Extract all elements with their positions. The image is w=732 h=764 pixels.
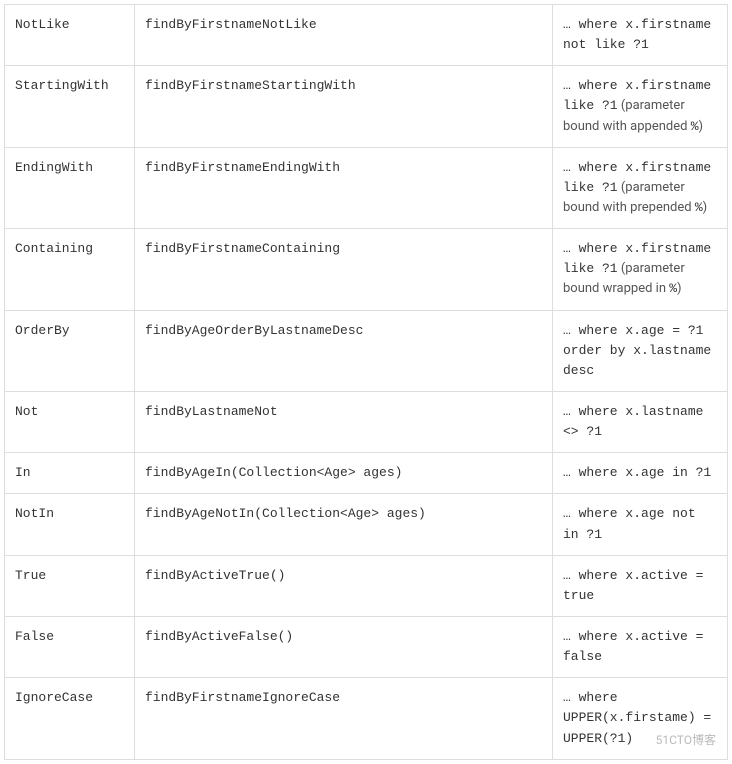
result-cell: … where x.firstname like ?1 (parameter b…: [553, 66, 728, 147]
sample-cell: findByFirstnameStartingWith: [135, 66, 553, 147]
result-cell: … where x.active = false: [553, 616, 728, 677]
keyword-cell: False: [5, 616, 135, 677]
sample-text: findByLastnameNot: [145, 404, 278, 419]
keyword-cell: In: [5, 453, 135, 494]
table-row: Not findByLastnameNot … where x.lastname <…: [5, 391, 728, 452]
result-cell: … where x.age in ?1: [553, 453, 728, 494]
table-row: NotLike findByFirstnameNotLike … where x.f…: [5, 5, 728, 66]
result-code-fragment: … where x.active = false: [563, 629, 703, 664]
result-plain-fragment: ): [699, 119, 704, 134]
keyword-text: Not: [15, 404, 38, 419]
result-plain-fragment: ): [703, 200, 708, 215]
keyword-cell: Containing: [5, 229, 135, 310]
result-plain-fragment: ): [677, 281, 682, 296]
result-cell: … where x.active = true: [553, 555, 728, 616]
result-cell: … where x.firstname like ?1 (parameter b…: [553, 229, 728, 310]
result-code-fragment: %: [691, 119, 699, 134]
result-cell: … where x.firstname not like ?1: [553, 5, 728, 66]
result-cell: … where x.age not in ?1: [553, 494, 728, 555]
keyword-text: Containing: [15, 241, 93, 256]
table-row: Containing findByFirstnameContaining … whe…: [5, 229, 728, 310]
keyword-text: IgnoreCase: [15, 690, 93, 705]
result-code-fragment: %: [669, 281, 677, 296]
result-code-fragment: … where x.age not in ?1: [563, 506, 696, 541]
keyword-text: NotIn: [15, 506, 54, 521]
result-code-fragment: … where UPPER(x.firstame) = UPPER(?1): [563, 690, 711, 745]
sample-text: findByFirstnameContaining: [145, 241, 340, 256]
result-code-fragment: … where x.lastname <> ?1: [563, 404, 703, 439]
keyword-text: True: [15, 568, 46, 583]
table-row: True findByActiveTrue() … where x.active =…: [5, 555, 728, 616]
sample-cell: findByAgeOrderByLastnameDesc: [135, 310, 553, 391]
sample-text: findByAgeNotIn(Collection<Age> ages): [145, 506, 426, 521]
keyword-cell: Not: [5, 391, 135, 452]
keyword-cell: NotLike: [5, 5, 135, 66]
result-code-fragment: %: [695, 200, 703, 215]
keyword-cell: True: [5, 555, 135, 616]
sample-text: findByFirstnameNotLike: [145, 17, 317, 32]
sample-cell: findByAgeNotIn(Collection<Age> ages): [135, 494, 553, 555]
table-row: NotIn findByAgeNotIn(Collection<Age> ages…: [5, 494, 728, 555]
sample-cell: findByActiveTrue(): [135, 555, 553, 616]
sample-text: findByFirstnameStartingWith: [145, 78, 356, 93]
table-row: EndingWith findByFirstnameEndingWith … whe…: [5, 147, 728, 228]
keyword-text: StartingWith: [15, 78, 109, 93]
result-code-fragment: … where x.firstname not like ?1: [563, 17, 711, 52]
result-cell: … where x.lastname <> ?1: [553, 391, 728, 452]
sample-cell: findByFirstnameEndingWith: [135, 147, 553, 228]
sample-cell: findByFirstnameContaining: [135, 229, 553, 310]
query-keywords-table: NotLike findByFirstnameNotLike … where x.f…: [4, 4, 728, 760]
keyword-cell: NotIn: [5, 494, 135, 555]
sample-cell: findByFirstnameNotLike: [135, 5, 553, 66]
table-row: False findByActiveFalse() … where x.active…: [5, 616, 728, 677]
keyword-text: EndingWith: [15, 160, 93, 175]
result-code-fragment: … where x.age = ?1 order by x.lastname d…: [563, 323, 711, 378]
result-code-fragment: … where x.age in ?1: [563, 465, 711, 480]
result-cell: … where x.age = ?1 order by x.lastname d…: [553, 310, 728, 391]
keyword-cell: StartingWith: [5, 66, 135, 147]
sample-text: findByActiveTrue(): [145, 568, 285, 583]
table-row: StartingWith findByFirstnameStartingWith ……: [5, 66, 728, 147]
sample-cell: findByFirstnameIgnoreCase: [135, 678, 553, 759]
keyword-cell: OrderBy: [5, 310, 135, 391]
result-cell: … where x.firstname like ?1 (parameter b…: [553, 147, 728, 228]
result-cell: … where UPPER(x.firstame) = UPPER(?1): [553, 678, 728, 759]
sample-text: findByAgeOrderByLastnameDesc: [145, 323, 363, 338]
sample-cell: findByAgeIn(Collection<Age> ages): [135, 453, 553, 494]
table-row: IgnoreCase findByFirstnameIgnoreCase … whe…: [5, 678, 728, 759]
keyword-cell: EndingWith: [5, 147, 135, 228]
table-row: OrderBy findByAgeOrderByLastnameDesc … whe…: [5, 310, 728, 391]
sample-text: findByFirstnameEndingWith: [145, 160, 340, 175]
table-row: In findByAgeIn(Collection<Age> ages) … whe…: [5, 453, 728, 494]
keyword-text: False: [15, 629, 54, 644]
sample-cell: findByActiveFalse(): [135, 616, 553, 677]
keyword-cell: IgnoreCase: [5, 678, 135, 759]
sample-cell: findByLastnameNot: [135, 391, 553, 452]
result-code-fragment: … where x.active = true: [563, 568, 703, 603]
keyword-text: NotLike: [15, 17, 70, 32]
sample-text: findByFirstnameIgnoreCase: [145, 690, 340, 705]
keyword-text: In: [15, 465, 31, 480]
sample-text: findByAgeIn(Collection<Age> ages): [145, 465, 402, 480]
keyword-text: OrderBy: [15, 323, 70, 338]
sample-text: findByActiveFalse(): [145, 629, 293, 644]
